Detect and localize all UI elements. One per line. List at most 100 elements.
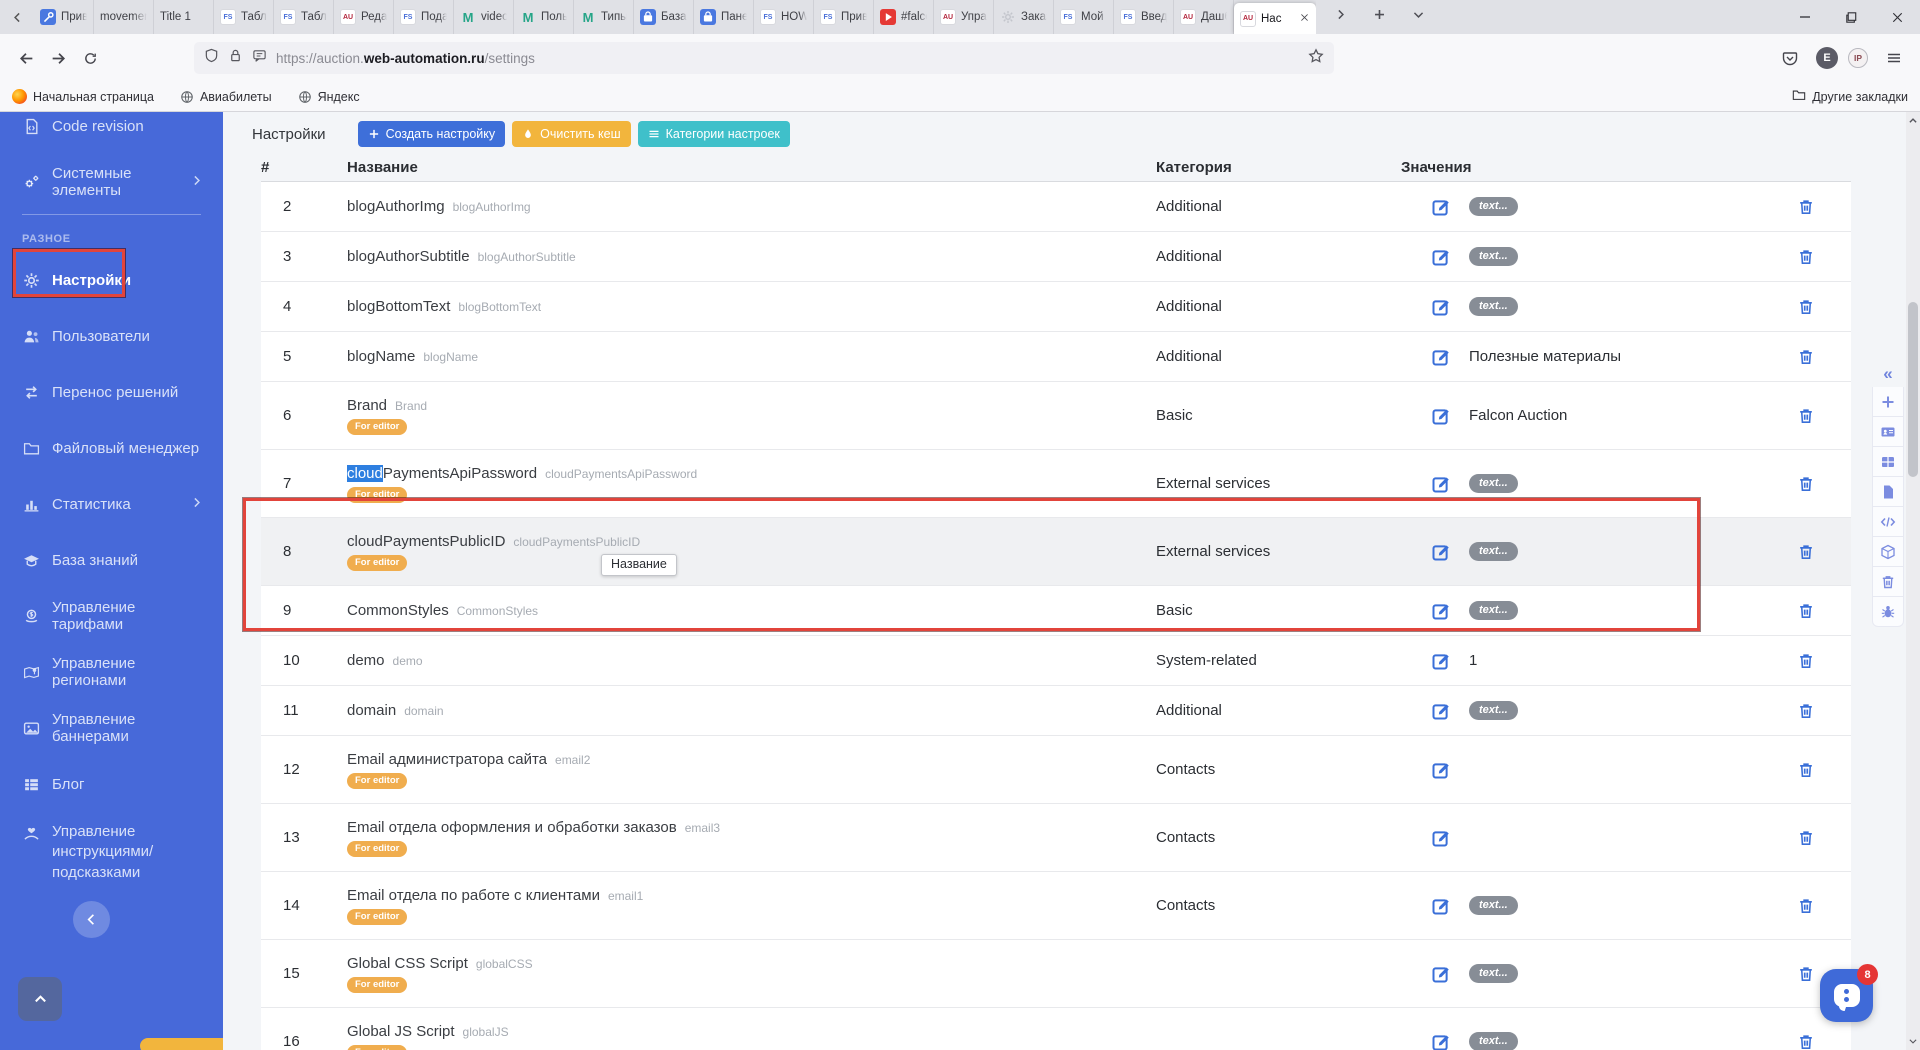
- text-value-badge[interactable]: text...: [1469, 601, 1518, 620]
- delete-button[interactable]: [1797, 1033, 1815, 1050]
- sidebar-item-hand-heart[interactable]: Управление инструкциями/подсказками: [0, 812, 223, 881]
- sidebar-item-gears[interactable]: Системные элементы: [0, 154, 223, 210]
- page-scrollbar[interactable]: [1906, 112, 1920, 1050]
- toolbar-file-button[interactable]: [1872, 477, 1904, 507]
- scroll-to-top-button[interactable]: [18, 977, 62, 1021]
- row-name[interactable]: blogName blogName: [347, 348, 1156, 365]
- row-name[interactable]: Global JS Script globalJS: [347, 1023, 1156, 1040]
- bookmark-item[interactable]: Начальная страница: [12, 89, 154, 104]
- window-close-button[interactable]: [1874, 0, 1920, 34]
- window-maximize-button[interactable]: [1828, 0, 1874, 34]
- edit-button[interactable]: [1431, 347, 1451, 367]
- sidebar-item-transfer[interactable]: Перенос решений: [0, 364, 223, 420]
- new-tab-button[interactable]: [1373, 8, 1386, 26]
- text-value-badge[interactable]: text...: [1469, 896, 1518, 915]
- text-value-badge[interactable]: text...: [1469, 197, 1518, 216]
- browser-tab[interactable]: AU Упра: [934, 0, 994, 34]
- delete-button[interactable]: [1797, 348, 1815, 366]
- toolbar-code-button[interactable]: [1872, 507, 1904, 537]
- row-name[interactable]: demo demo: [347, 652, 1156, 669]
- row-name[interactable]: Email отдела оформления и обработки зака…: [347, 819, 1156, 836]
- delete-button[interactable]: [1797, 198, 1815, 216]
- toolbar-collapse-icon[interactable]: «: [1872, 361, 1904, 387]
- chat-widget-button[interactable]: 8: [1820, 964, 1878, 1022]
- text-value-badge[interactable]: text...: [1469, 474, 1518, 493]
- row-name[interactable]: blogAuthorImg blogAuthorImg: [347, 198, 1156, 215]
- text-value-badge[interactable]: text...: [1469, 542, 1518, 561]
- edit-button[interactable]: [1431, 701, 1451, 721]
- account-avatar[interactable]: E: [1816, 47, 1838, 69]
- sidebar-item-coins[interactable]: Управление тарифами: [0, 588, 223, 644]
- edit-button[interactable]: [1431, 651, 1451, 671]
- hidden-yellow-button[interactable]: [140, 1038, 223, 1050]
- edit-button[interactable]: [1431, 828, 1451, 848]
- sidebar-item-image[interactable]: Управление баннерами: [0, 700, 223, 756]
- edit-button[interactable]: [1431, 406, 1451, 426]
- browser-tab[interactable]: FS Табли: [214, 0, 274, 34]
- sidebar-item-users[interactable]: Пользователи: [0, 308, 223, 364]
- toolbar-grid-button[interactable]: [1872, 447, 1904, 477]
- row-name[interactable]: cloudPaymentsPublicID cloudPaymentsPublic…: [347, 533, 1156, 550]
- sidebar-item-file-code[interactable]: Code revision: [0, 112, 223, 154]
- browser-tab[interactable]: M Поль: [514, 0, 574, 34]
- toolbar-plus-button[interactable]: [1872, 387, 1904, 417]
- delete-button[interactable]: [1797, 602, 1815, 620]
- bookmark-item[interactable]: Яндекс: [298, 90, 360, 104]
- text-value-badge[interactable]: text...: [1469, 1032, 1518, 1050]
- edit-button[interactable]: [1431, 247, 1451, 267]
- window-minimize-button[interactable]: [1782, 0, 1828, 34]
- edit-button[interactable]: [1431, 760, 1451, 780]
- delete-button[interactable]: [1797, 965, 1815, 983]
- toolbar-trash-button[interactable]: [1872, 567, 1904, 597]
- permissions-icon[interactable]: [252, 48, 267, 68]
- delete-button[interactable]: [1797, 897, 1815, 915]
- header-button-menu[interactable]: Категории настроек: [637, 121, 790, 147]
- browser-tab[interactable]: Приве: [34, 0, 94, 34]
- sidebar-item-folder[interactable]: Файловый менеджер: [0, 420, 223, 476]
- text-value-badge[interactable]: text...: [1469, 297, 1518, 316]
- delete-button[interactable]: [1797, 475, 1815, 493]
- sidebar-item-gear[interactable]: Настройки: [0, 252, 223, 308]
- browser-tab[interactable]: Панел: [694, 0, 754, 34]
- browser-tab[interactable]: Mvideo: [454, 0, 514, 34]
- browser-tab[interactable]: AU Дашб: [1174, 0, 1234, 34]
- toolbar-bug-button[interactable]: [1872, 597, 1904, 627]
- delete-button[interactable]: [1797, 652, 1815, 670]
- delete-button[interactable]: [1797, 829, 1815, 847]
- delete-button[interactable]: [1797, 407, 1815, 425]
- text-value-badge[interactable]: text...: [1469, 247, 1518, 266]
- edit-button[interactable]: [1431, 601, 1451, 621]
- edit-button[interactable]: [1431, 1032, 1451, 1050]
- toolbar-id-card-button[interactable]: [1872, 417, 1904, 447]
- browser-tab[interactable]: AU Редак: [334, 0, 394, 34]
- reload-button[interactable]: [74, 42, 106, 74]
- shield-icon[interactable]: [204, 48, 219, 68]
- delete-button[interactable]: [1797, 543, 1815, 561]
- row-name[interactable]: blogBottomText blogBottomText: [347, 298, 1156, 315]
- text-value-badge[interactable]: text...: [1469, 701, 1518, 720]
- browser-tab[interactable]: FS Введе: [1114, 0, 1174, 34]
- delete-button[interactable]: [1797, 298, 1815, 316]
- row-name[interactable]: Brand Brand: [347, 397, 1156, 414]
- edit-button[interactable]: [1431, 964, 1451, 984]
- edit-button[interactable]: [1431, 197, 1451, 217]
- sidebar-item-grad-cap[interactable]: База знаний: [0, 532, 223, 588]
- sidebar-collapse-button[interactable]: [73, 901, 110, 938]
- row-name[interactable]: domain domain: [347, 702, 1156, 719]
- edit-button[interactable]: [1431, 896, 1451, 916]
- bookmark-star-icon[interactable]: [1308, 47, 1324, 69]
- browser-tab[interactable]: M Типы: [574, 0, 634, 34]
- scrollbar-down-icon[interactable]: [1906, 1034, 1920, 1048]
- browser-tab[interactable]: #falco: [874, 0, 934, 34]
- browser-tab[interactable]: AU Нас: [1234, 3, 1316, 34]
- delete-button[interactable]: [1797, 702, 1815, 720]
- row-name[interactable]: CommonStyles CommonStyles: [347, 602, 1156, 619]
- browser-tab[interactable]: FS Мой б: [1054, 0, 1114, 34]
- browser-tab[interactable]: movemen: [94, 0, 154, 34]
- browser-tab[interactable]: FS Подар: [394, 0, 454, 34]
- browser-tab[interactable]: FS Табли: [274, 0, 334, 34]
- back-button[interactable]: [10, 42, 42, 74]
- row-name[interactable]: Email отдела по работе с клиентами email1: [347, 887, 1156, 904]
- header-button-droplet[interactable]: Очистить кеш: [512, 121, 631, 147]
- row-name[interactable]: Email администратора сайта email2: [347, 751, 1156, 768]
